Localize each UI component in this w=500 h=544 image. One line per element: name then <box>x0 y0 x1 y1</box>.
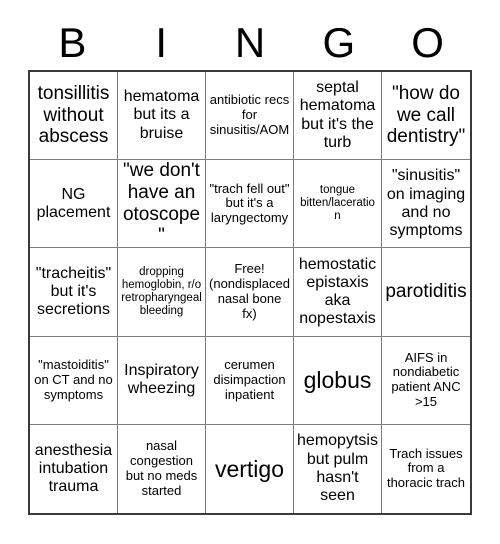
bingo-cell-label: septal hematoma but it's the turb <box>299 79 376 151</box>
bingo-cell[interactable]: hemostatic epistaxis aka nopestaxis <box>294 248 382 337</box>
bingo-cell[interactable]: nasal congestion but no meds started <box>118 424 206 513</box>
bingo-cell-label: "trach fell out" but it's a laryngectomy <box>209 180 290 226</box>
bingo-cell-label: hematoma but its a bruise <box>123 88 200 142</box>
bingo-cell-label: "mastoiditis" on CT and no symptoms <box>34 356 113 402</box>
bingo-cell-label: AIFS in nondiabetic patient ANC >15 <box>391 349 461 409</box>
bingo-cell[interactable]: dropping hemoglobin, r/o retropharyngeal… <box>118 248 206 337</box>
bingo-cell[interactable]: septal hematoma but it's the turb <box>294 72 382 161</box>
bingo-cell[interactable]: vertigo <box>206 424 294 513</box>
bingo-header: B I N G O <box>28 16 472 70</box>
bingo-cell[interactable]: hematoma but its a bruise <box>118 72 206 161</box>
header-letter-o: O <box>411 19 444 66</box>
bingo-cell[interactable]: "trach fell out" but it's a laryngectomy <box>206 160 294 249</box>
bingo-cell-label: globus <box>303 367 372 394</box>
bingo-cell[interactable]: "we don't have an otoscope" <box>118 160 206 249</box>
bingo-cell-label: "we don't have an otoscope" <box>122 160 201 247</box>
bingo-cell-label: "sinusitis" on imaging and no symptoms <box>386 167 466 240</box>
bingo-cell-label: "tracheitis" but it's secretions <box>35 264 112 319</box>
bingo-cell-label: cerumen disimpaction inpatient <box>213 356 286 402</box>
bingo-cell[interactable]: tonsillitis without abscess <box>30 72 118 161</box>
bingo-cell-label: anesthesia intubation trauma <box>34 441 113 495</box>
bingo-cell[interactable]: Inspiratory wheezing <box>118 336 206 425</box>
bingo-cell-label: hemopytsis but pulm hasn't seen <box>297 432 378 505</box>
bingo-cell[interactable]: parotiditis <box>382 248 470 337</box>
bingo-cell[interactable]: tongue bitten/laceration <box>294 160 382 249</box>
bingo-cell-label: nasal congestion but no meds started <box>125 438 198 498</box>
header-letter-n: N <box>234 19 266 66</box>
header-letter-g: G <box>322 19 356 66</box>
bingo-cell-free[interactable]: Free! (nondisplaced nasal bone fx) <box>206 248 294 337</box>
bingo-cell[interactable]: hemopytsis but pulm hasn't seen <box>294 424 382 513</box>
bingo-cell[interactable]: NG placement <box>30 160 118 249</box>
bingo-cell-label: tongue bitten/laceration <box>300 184 375 223</box>
bingo-cell-label: parotiditis <box>385 281 467 303</box>
bingo-cell-label: dropping hemoglobin, r/o retropharyngeal… <box>121 265 202 318</box>
bingo-cell-label: hemostatic epistaxis aka nopestaxis <box>298 255 377 328</box>
bingo-cell[interactable]: anesthesia intubation trauma <box>30 424 118 513</box>
bingo-cell[interactable]: globus <box>294 336 382 425</box>
bingo-cell[interactable]: "mastoiditis" on CT and no symptoms <box>30 336 118 425</box>
bingo-cell[interactable]: "sinusitis" on imaging and no symptoms <box>382 160 470 249</box>
header-letter-b: B <box>58 19 87 66</box>
bingo-cell[interactable]: cerumen disimpaction inpatient <box>206 336 294 425</box>
bingo-cell-label: Inspiratory wheezing <box>124 361 199 398</box>
header-letter-i: I <box>155 19 168 66</box>
bingo-cell-label: Trach issues from a thoracic trach <box>386 445 466 491</box>
bingo-cell[interactable]: AIFS in nondiabetic patient ANC >15 <box>382 336 470 425</box>
bingo-cell-label: "how do we call dentistry" <box>386 83 466 148</box>
bingo-card: B I N G O tonsillitis without abscess hem… <box>0 0 500 544</box>
bingo-cell[interactable]: "tracheitis" but it's secretions <box>30 248 118 337</box>
bingo-cell-label: antibiotic recs for sinusitis/AOM <box>209 92 290 137</box>
bingo-cell[interactable]: antibiotic recs for sinusitis/AOM <box>206 72 294 161</box>
bingo-cell-label: Free! (nondisplaced nasal bone fx) <box>209 261 290 321</box>
bingo-cell-label: tonsillitis without abscess <box>37 83 110 148</box>
bingo-cell-label: NG placement <box>36 185 111 221</box>
bingo-cell[interactable]: Trach issues from a thoracic trach <box>382 424 470 513</box>
bingo-cell-label: vertigo <box>214 455 285 482</box>
bingo-cell[interactable]: "how do we call dentistry" <box>382 72 470 161</box>
bingo-grid: tonsillitis without abscess hematoma but … <box>28 70 472 515</box>
